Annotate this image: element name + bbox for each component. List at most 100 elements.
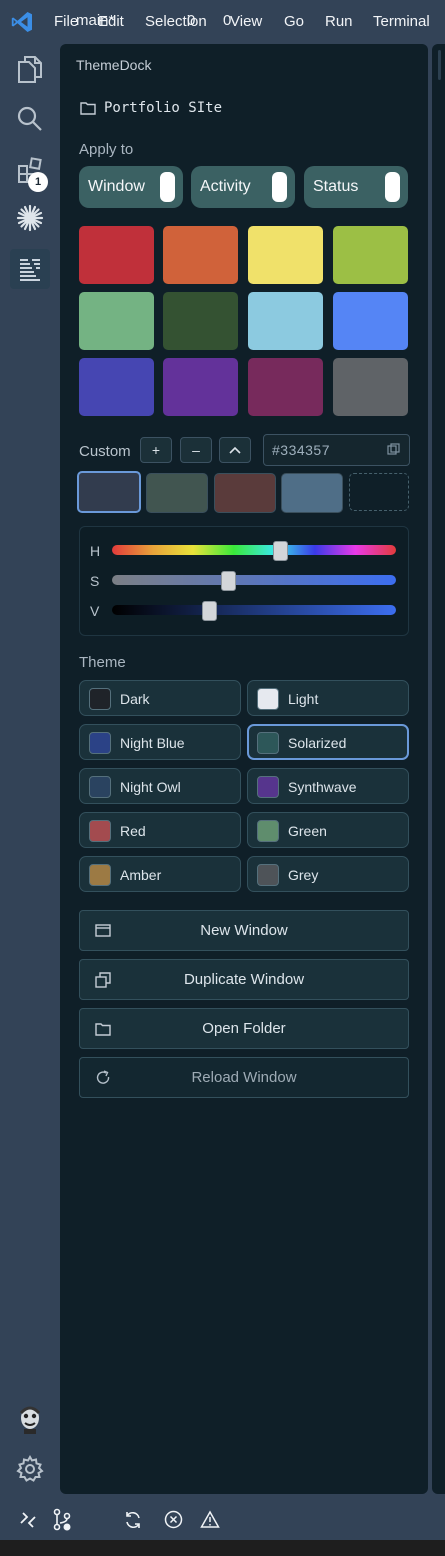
preset-swatch[interactable] [163,226,238,284]
new-window-button[interactable]: New Window [79,910,409,951]
preset-swatch[interactable] [163,292,238,350]
collapse-custom-button[interactable] [219,437,251,463]
theme-name: Red [120,823,146,839]
theme-option-dark[interactable]: Dark [79,680,241,716]
menu-file[interactable]: File [54,13,78,30]
theme-option-red[interactable]: Red [79,812,241,848]
duplicate-window-label: Duplicate Window [183,971,305,988]
reload-window-button[interactable]: Reload Window [79,1057,409,1098]
theme-option-solarized[interactable]: Solarized [247,724,409,760]
theme-option-night-owl[interactable]: Night Owl [79,768,241,804]
preset-swatch[interactable] [79,226,154,284]
saturation-track[interactable] [112,575,396,585]
preset-swatch[interactable] [333,358,408,416]
preset-swatch[interactable] [79,358,154,416]
apply-activity-toggle[interactable]: Activity [191,166,295,208]
copy-icon[interactable] [387,443,400,456]
git-branch-icon[interactable] [52,1508,74,1532]
theme-color-swatch [257,688,279,710]
folder-name: Portfolio SIte [104,100,223,116]
themedock-button[interactable] [10,249,50,289]
add-custom-button[interactable]: + [140,437,172,463]
theme-name: Amber [120,867,162,883]
folder-row[interactable]: Portfolio SIte [80,100,222,116]
gear-icon [16,1455,44,1482]
files-icon [18,56,42,83]
menu-selection[interactable]: Selection [145,13,207,30]
value-label: V [90,603,100,619]
custom-label: Custom [79,443,131,460]
theme-option-grey[interactable]: Grey [247,856,409,892]
duplicate-window-button[interactable]: Duplicate Window [79,959,409,1000]
preset-swatch[interactable] [248,292,323,350]
menu-go[interactable]: Go [284,13,304,30]
toggle-knob [272,172,287,202]
theme-name: Dark [120,691,150,707]
explorer-button[interactable] [10,49,50,89]
theme-color-swatch [89,732,111,754]
preset-swatch[interactable] [248,358,323,416]
custom-swatch[interactable] [214,473,276,513]
theme-color-swatch [89,776,111,798]
theme-option-amber[interactable]: Amber [79,856,241,892]
apply-status-toggle[interactable]: Status [304,166,408,208]
sparkle-icon [16,204,44,232]
theme-option-night-blue[interactable]: Night Blue [79,724,241,760]
error-count[interactable]: 0 [187,12,195,29]
theme-option-synthwave[interactable]: Synthwave [247,768,409,804]
theme-name: Grey [288,867,319,883]
custom-swatch[interactable] [146,473,208,513]
warning-icon[interactable] [200,1510,220,1529]
apply-to-label: Apply to [79,141,134,158]
search-button[interactable] [10,99,50,139]
open-folder-button[interactable]: Open Folder [79,1008,409,1049]
theme-name: Night Blue [120,735,185,751]
theme-color-swatch [89,864,111,886]
theme-label: Theme [79,654,126,671]
preset-swatch[interactable] [163,358,238,416]
error-icon[interactable] [164,1510,183,1529]
apply-window-toggle[interactable]: Window [79,166,183,208]
menu-view[interactable]: View [230,13,262,30]
apply-status-label: Status [313,178,359,195]
preset-swatch[interactable] [333,226,408,284]
theme-color-swatch [89,688,111,710]
sync-icon[interactable] [123,1510,143,1530]
panel-title: ThemeDock [76,57,152,73]
theme-color-swatch [257,776,279,798]
toggle-knob [160,172,175,202]
copilot-button[interactable] [10,198,50,238]
warning-count[interactable]: 0 [223,12,231,29]
toggle-knob [385,172,400,202]
preset-swatch[interactable] [333,292,408,350]
avatar-icon [19,1406,41,1434]
value-thumb[interactable] [201,601,217,621]
theme-color-swatch [257,820,279,842]
accounts-button[interactable] [10,1400,50,1440]
theme-option-green[interactable]: Green [247,812,409,848]
vscode-logo-icon [11,12,33,32]
window-bottom-strip [0,1540,445,1556]
folder-icon [80,102,96,115]
theme-option-light[interactable]: Light [247,680,409,716]
menu-run[interactable]: Run [325,13,353,30]
saturation-label: S [90,573,100,589]
hex-input[interactable]: #334357 [263,434,410,466]
preset-swatch[interactable] [79,292,154,350]
hue-thumb[interactable] [272,541,288,561]
new-window-label: New Window [200,922,288,939]
saturation-thumb[interactable] [221,571,237,591]
hue-track[interactable] [112,545,396,555]
preset-swatch[interactable] [248,226,323,284]
chevron-up-icon [229,446,241,454]
value-track[interactable] [112,605,396,615]
remote-icon[interactable] [19,1510,37,1530]
custom-swatch[interactable] [281,473,343,513]
search-icon [17,106,42,131]
custom-swatch-selected[interactable] [77,471,141,513]
settings-button[interactable] [10,1449,50,1489]
empty-custom-slot[interactable] [349,473,409,511]
branch-name[interactable]: main* [76,12,114,29]
menu-terminal[interactable]: Terminal [373,13,430,30]
remove-custom-button[interactable]: – [180,437,212,463]
